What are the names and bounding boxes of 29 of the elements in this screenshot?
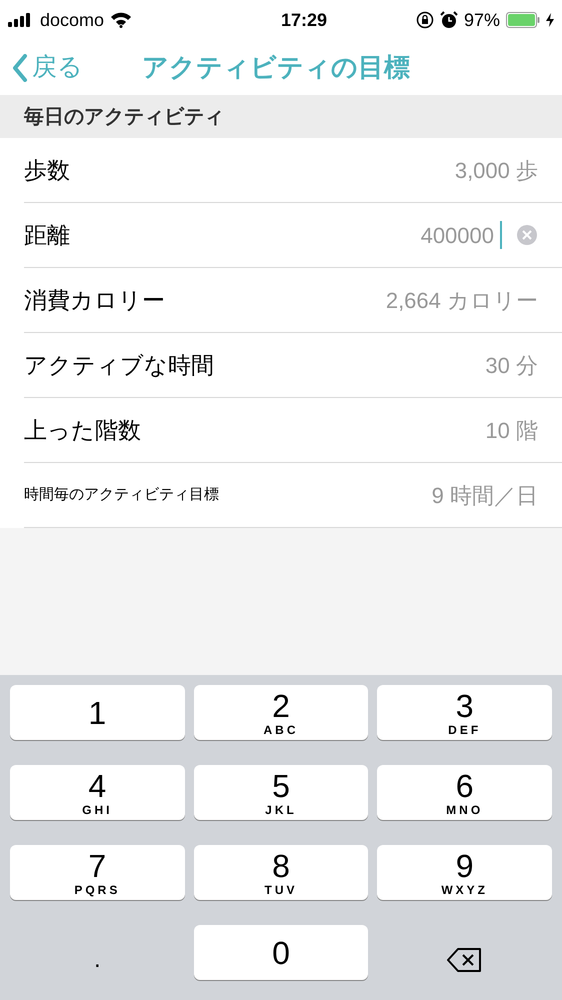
keypad-key[interactable]: 2 ABC xyxy=(194,685,368,740)
battery-icon xyxy=(506,12,540,28)
keypad-key[interactable]: 8 TUV xyxy=(194,845,368,900)
rotation-lock-icon xyxy=(416,11,434,29)
row-label: 上った階数 xyxy=(24,416,141,445)
battery-percent: 97% xyxy=(464,8,500,32)
keypad-key[interactable]: 5 JKL xyxy=(194,765,368,820)
status-time: 17:29 xyxy=(280,8,328,32)
charging-icon xyxy=(546,13,554,27)
carrier-name: docomo xyxy=(40,8,104,32)
backspace-icon[interactable] xyxy=(446,947,483,973)
keypad-key[interactable]: 7 PQRS xyxy=(10,845,185,900)
decimal-key[interactable]: . xyxy=(10,925,185,995)
keypad-key[interactable]: 3 DEF xyxy=(377,685,552,740)
row-label: 消費カロリー xyxy=(24,286,165,315)
keypad-key[interactable]: 1 xyxy=(10,685,185,740)
wifi-icon xyxy=(110,12,132,28)
keypad-key[interactable]: 0 xyxy=(194,925,368,980)
alarm-icon xyxy=(440,11,458,29)
row-label: 歩数 xyxy=(24,156,70,185)
keypad-key[interactable]: 6 MNO xyxy=(377,765,552,820)
keypad-key[interactable]: 4 GHI xyxy=(10,765,185,820)
screen-title: アクティビティの目標 xyxy=(142,51,410,84)
chevron-left-icon xyxy=(12,54,28,82)
keypad-key[interactable]: 9 WXYZ xyxy=(377,845,552,900)
row-label: アクティブな時間 xyxy=(24,350,214,380)
row-label: 距離 xyxy=(24,220,70,250)
row-label: 時間毎のアクティビティ目標 xyxy=(24,484,219,505)
section-header: 毎日のアクティビティ xyxy=(24,105,224,130)
